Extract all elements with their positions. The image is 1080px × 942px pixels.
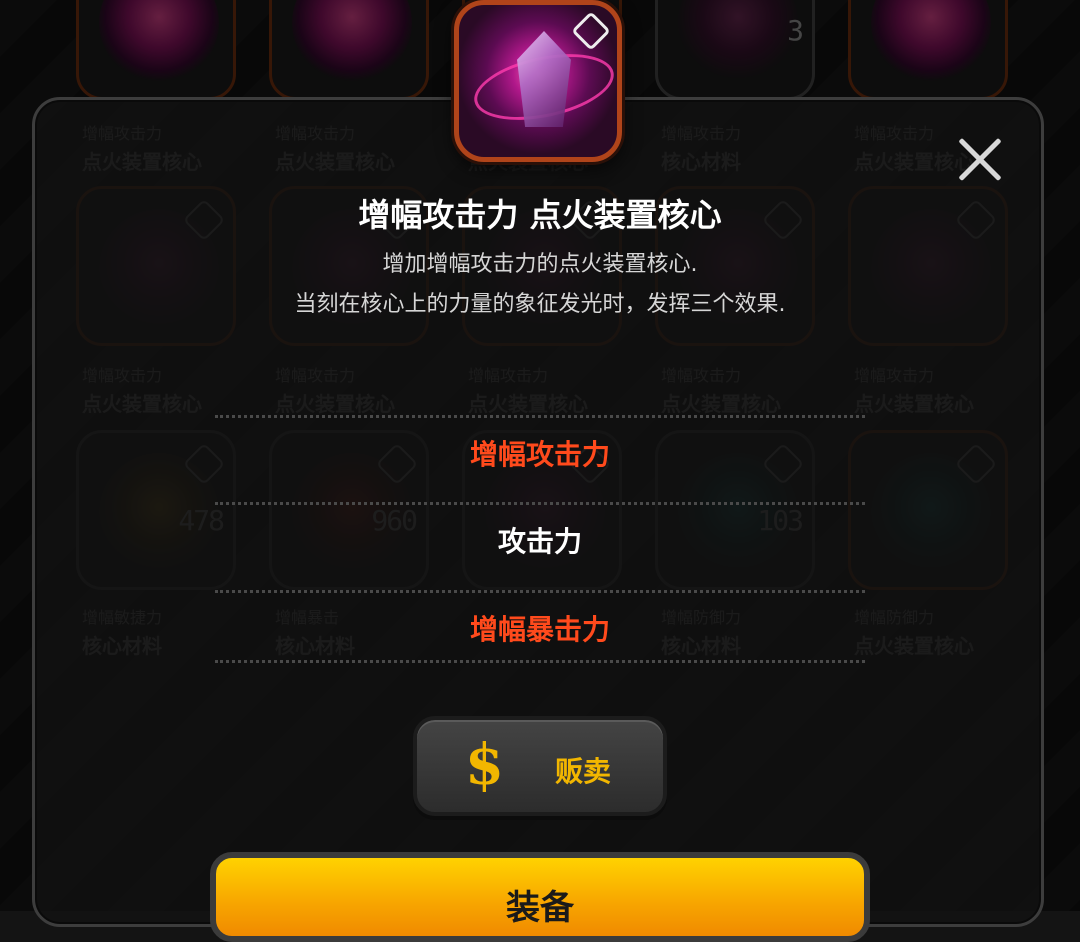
equip-button-label: 装备 xyxy=(506,888,574,928)
item-description-line1: 增加增幅攻击力的点火装置核心. xyxy=(382,252,698,277)
effect-2: 攻击力 xyxy=(497,525,582,558)
divider xyxy=(215,502,865,505)
sell-button-label: 贩卖 xyxy=(555,755,612,788)
item-description-line2: 当刻在核心上的力量的象征发光时，发挥三个效果. xyxy=(294,292,786,317)
close-button[interactable] xyxy=(950,130,1010,190)
effect-3: 增幅暴击力 xyxy=(469,613,610,646)
divider xyxy=(215,415,865,418)
divider xyxy=(215,590,865,593)
item-icon xyxy=(454,0,622,162)
crystal-core-icon xyxy=(517,31,571,127)
rank-badge-icon xyxy=(571,11,611,51)
item-title: 增幅攻击力 点火装置核心 xyxy=(358,196,722,234)
divider xyxy=(215,660,865,663)
equip-button[interactable]: 装备 xyxy=(210,852,870,942)
sell-button[interactable]: $ 贩卖 xyxy=(413,716,667,816)
effect-1: 增幅攻击力 xyxy=(469,438,610,471)
dollar-icon: $ xyxy=(465,732,504,798)
